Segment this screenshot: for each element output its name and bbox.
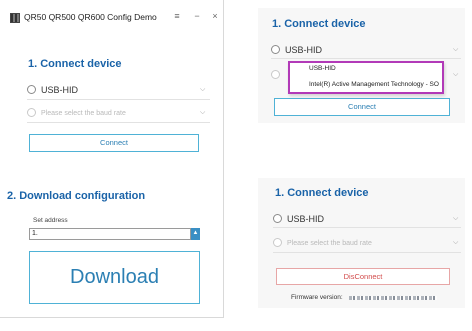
chevron-down-icon[interactable]: ⌵ — [453, 46, 458, 54]
connect-button[interactable]: Connect — [274, 98, 450, 116]
connect-button[interactable]: Connect — [29, 134, 199, 152]
combo-underline — [273, 252, 461, 253]
set-address-label: Set address — [33, 217, 68, 224]
spinner-arrows-icon[interactable]: ▲ — [191, 228, 200, 240]
chevron-down-icon[interactable]: ⌵ — [453, 239, 458, 247]
connect-section-title: 1. Connect device — [275, 187, 369, 199]
interface-select-value[interactable]: USB-HID — [41, 85, 78, 95]
title-bar: QR50 QR500 QR600 Config Demo ≡ − × — [0, 0, 224, 28]
baud-rate-select[interactable]: Please select the baud rate — [287, 240, 372, 247]
connect-panel-dropdown: 1. Connect device USB-HID ⌵ ⌵ Connect US… — [258, 8, 465, 123]
radio-circle-icon[interactable] — [273, 214, 282, 223]
highlight-box — [288, 61, 444, 94]
combo-underline — [273, 227, 461, 228]
app-logo-icon — [10, 13, 20, 23]
close-button[interactable]: × — [209, 10, 221, 22]
interface-select-value[interactable]: USB-HID — [285, 45, 322, 55]
chevron-down-icon[interactable]: ⌵ — [200, 86, 205, 94]
chevron-down-icon[interactable]: ⌵ — [200, 109, 205, 117]
firmware-version-value — [349, 296, 437, 300]
interface-select-value[interactable]: USB-HID — [287, 214, 324, 224]
download-button[interactable]: Download — [29, 251, 200, 304]
connect-section-title: 1. Connect device — [28, 58, 122, 70]
download-section-title: 2. Download configuration — [7, 190, 146, 202]
radio-circle-icon[interactable] — [271, 70, 280, 79]
combo-underline — [271, 58, 461, 59]
radio-circle-icon[interactable] — [271, 45, 280, 54]
combo-underline — [27, 99, 210, 100]
config-window: QR50 QR500 QR600 Config Demo ≡ − × 1. Co… — [0, 0, 224, 318]
connect-section-title: 1. Connect device — [272, 18, 366, 30]
connect-panel-connected: 1. Connect device USB-HID ⌵ Please selec… — [258, 178, 465, 308]
disconnect-button[interactable]: DisConnect — [276, 268, 450, 285]
chevron-down-icon[interactable]: ⌵ — [453, 215, 458, 223]
combo-underline — [27, 122, 210, 123]
address-input[interactable]: 1. — [29, 228, 191, 240]
radio-circle-icon[interactable] — [27, 108, 36, 117]
firmware-version-label: Firmware version: — [291, 294, 343, 301]
radio-circle-icon[interactable] — [27, 85, 36, 94]
minimize-button[interactable]: − — [191, 10, 203, 22]
pin-icon[interactable]: ≡ — [171, 10, 183, 22]
window-title: QR50 QR500 QR600 Config Demo — [24, 12, 157, 22]
radio-circle-icon[interactable] — [273, 238, 282, 247]
baud-rate-select[interactable]: Please select the baud rate — [41, 110, 126, 117]
chevron-down-icon[interactable]: ⌵ — [453, 71, 458, 79]
